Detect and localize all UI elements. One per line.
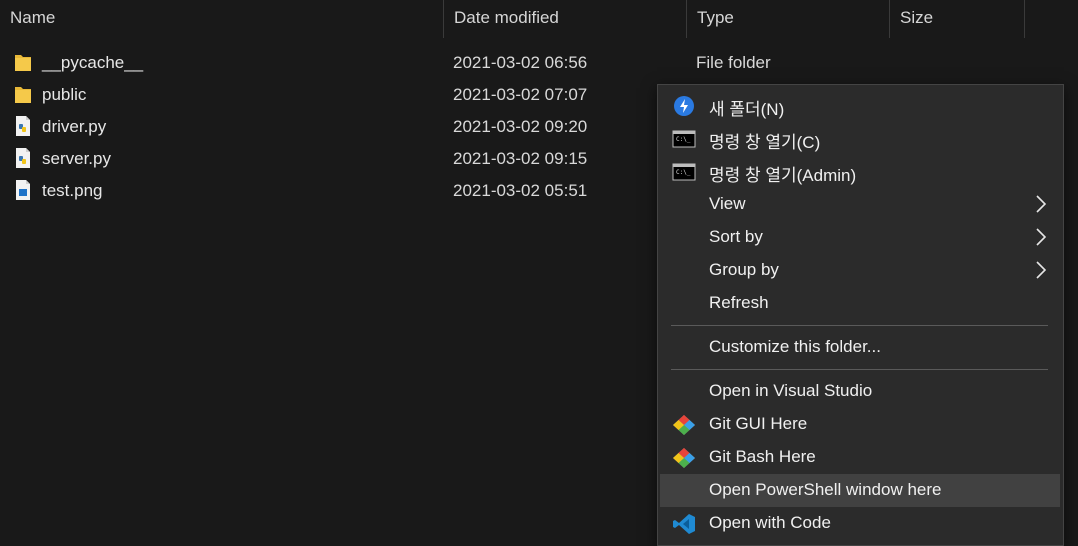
menu-item-label: 명령 창 열기(C): [709, 133, 821, 152]
folder-icon: [14, 51, 32, 73]
menu-item-label: Group by: [709, 260, 779, 279]
menu-item-git-bash-here[interactable]: Git Bash Here: [660, 441, 1060, 474]
menu-item-label: 새 폴더(N): [709, 100, 785, 119]
vscode-icon: [672, 513, 696, 535]
svg-text:C:\_: C:\_: [676, 136, 691, 143]
file-date: 2021-03-02 09:20: [453, 117, 588, 136]
menu-item-label: Open in Visual Studio: [709, 381, 873, 400]
context-menu: 새 폴더(N) C:\_ 명령 창 열기(C) C:\_ 명령 창 열기(Adm…: [657, 84, 1064, 546]
file-date: 2021-03-02 07:07: [453, 85, 588, 104]
column-header-type[interactable]: Type: [687, 0, 890, 38]
menu-item-git-gui-here[interactable]: Git GUI Here: [660, 408, 1060, 441]
file-name: test.png: [42, 181, 103, 200]
menu-item-label: Git Bash Here: [709, 447, 816, 466]
new-folder-icon: [672, 95, 696, 117]
file-row[interactable]: __pycache__ 2021-03-02 06:56 File folder: [0, 48, 1078, 80]
git-icon: [672, 414, 696, 436]
git-icon: [672, 447, 696, 469]
menu-item-customize-folder[interactable]: Customize this folder...: [660, 331, 1060, 364]
menu-item-open-cmd[interactable]: C:\_ 명령 창 열기(C): [660, 122, 1060, 155]
menu-separator: [671, 369, 1048, 370]
chevron-right-icon: [1034, 258, 1048, 282]
svg-text:C:\_: C:\_: [676, 169, 691, 176]
menu-item-open-in-visual-studio[interactable]: Open in Visual Studio: [660, 375, 1060, 408]
menu-separator: [671, 325, 1048, 326]
menu-item-label: 명령 창 열기(Admin): [709, 166, 857, 185]
column-header-name[interactable]: Name: [0, 0, 444, 38]
menu-item-new-folder[interactable]: 새 폴더(N): [660, 89, 1060, 122]
file-name: driver.py: [42, 117, 107, 136]
file-name: server.py: [42, 149, 111, 168]
file-type: File folder: [696, 53, 771, 72]
menu-item-open-powershell[interactable]: Open PowerShell window here: [660, 474, 1060, 507]
menu-item-view[interactable]: View: [660, 188, 1060, 221]
chevron-right-icon: [1034, 225, 1048, 249]
menu-item-label: Sort by: [709, 227, 763, 246]
file-date: 2021-03-02 06:56: [453, 53, 588, 72]
file-name: __pycache__: [42, 53, 144, 72]
menu-item-label: Open PowerShell window here: [709, 480, 942, 499]
menu-item-refresh[interactable]: Refresh: [660, 287, 1060, 320]
python-file-icon: [14, 147, 32, 169]
column-header-date-modified[interactable]: Date modified: [444, 0, 687, 38]
menu-item-open-cmd-admin[interactable]: C:\_ 명령 창 열기(Admin): [660, 155, 1060, 188]
cmd-icon: C:\_: [672, 128, 696, 150]
menu-item-label: Refresh: [709, 293, 769, 312]
column-header-size[interactable]: Size: [890, 0, 1025, 38]
cmd-icon: C:\_: [672, 161, 696, 183]
menu-item-group-by[interactable]: Group by: [660, 254, 1060, 287]
menu-item-label: Open with Code: [709, 513, 831, 532]
menu-item-label: Git GUI Here: [709, 414, 808, 433]
image-file-icon: [14, 179, 32, 201]
file-date: 2021-03-02 05:51: [453, 181, 588, 200]
sort-caret-icon: ^: [215, 0, 221, 6]
column-header-bar: Name ^ Date modified Type Size: [0, 0, 1078, 38]
menu-item-sort-by[interactable]: Sort by: [660, 221, 1060, 254]
chevron-right-icon: [1034, 192, 1048, 216]
menu-item-label: View: [709, 194, 746, 213]
file-name: public: [42, 85, 87, 104]
python-file-icon: [14, 115, 32, 137]
menu-item-label: Customize this folder...: [709, 337, 881, 356]
file-date: 2021-03-02 09:15: [453, 149, 588, 168]
folder-icon: [14, 83, 32, 105]
